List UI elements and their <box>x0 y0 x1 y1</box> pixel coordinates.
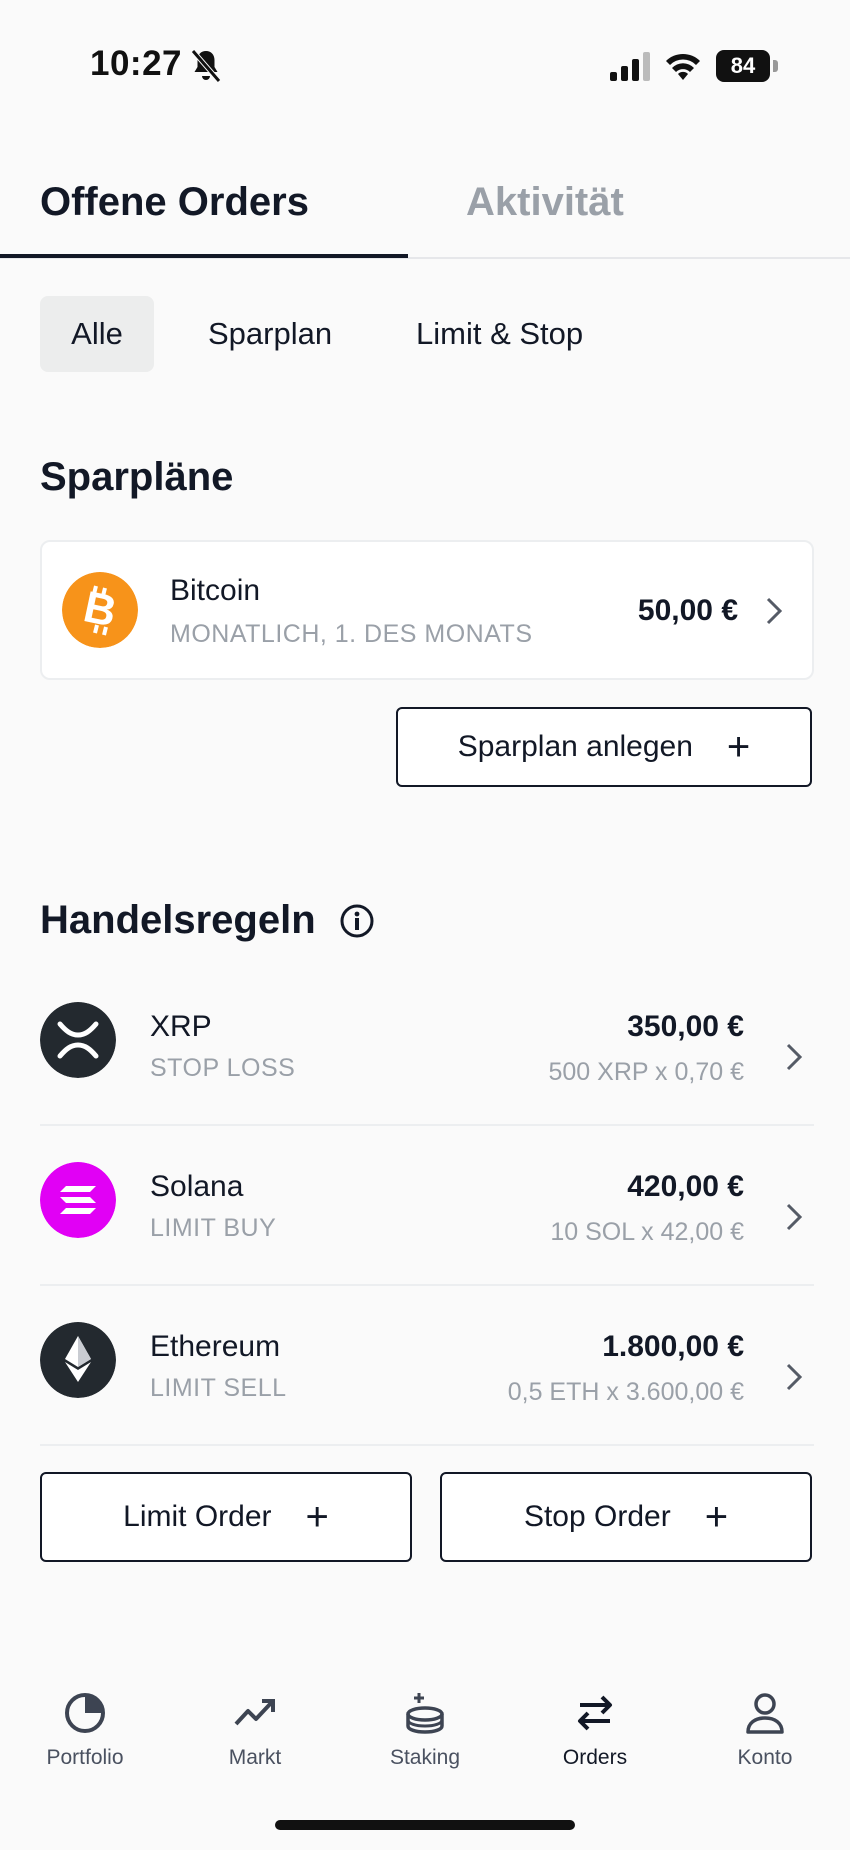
chevron-right-icon <box>766 597 783 625</box>
nav-markt[interactable]: Markt <box>170 1690 340 1770</box>
battery-indicator: 84 <box>716 50 778 82</box>
filter-chip-limit-stop[interactable]: Limit & Stop <box>388 296 611 372</box>
limit-order-label: Limit Order <box>123 1500 272 1533</box>
sparplan-card-bitcoin[interactable]: B Bitcoin MONATLICH, 1. DES MONATS 50,00… <box>40 540 814 680</box>
nav-label: Staking <box>389 1746 461 1769</box>
handelsregel-order-type: LIMIT SELL <box>150 1374 287 1402</box>
plus-icon: + <box>704 1495 729 1539</box>
row-divider <box>40 1124 814 1126</box>
ethereum-icon <box>40 1322 116 1398</box>
sparplan-anlegen-button[interactable]: Sparplan anlegen + <box>396 707 812 787</box>
nav-portfolio[interactable]: Portfolio <box>0 1690 170 1770</box>
sparplan-anlegen-label: Sparplan anlegen <box>457 730 693 763</box>
handelsregel-row-solana[interactable]: Solana LIMIT BUY 420,00 € 10 SOL x 42,00… <box>40 1150 814 1282</box>
status-time: 10:27 <box>90 44 183 83</box>
filter-chip-sparplan[interactable]: Sparplan <box>180 296 360 372</box>
nav-label: Orders <box>562 1746 628 1769</box>
cellular-signal-icon <box>610 52 650 81</box>
battery-tip <box>773 60 778 72</box>
nav-label: Markt <box>228 1746 282 1769</box>
trend-up-icon <box>234 1699 275 1726</box>
bitcoin-icon: B <box>62 572 138 648</box>
info-icon[interactable] <box>340 904 374 938</box>
handelsregel-asset-name: Ethereum <box>150 1330 281 1363</box>
chevron-right-icon <box>786 1363 803 1391</box>
handelsregel-amount: 350,00 € <box>627 1010 744 1043</box>
row-divider <box>40 1284 814 1286</box>
tab-aktivitaet[interactable]: Aktivität <box>466 180 624 225</box>
nav-orders[interactable]: Orders <box>510 1690 680 1770</box>
portfolio-pie-icon <box>65 1693 105 1733</box>
nav-label: Portfolio <box>46 1746 124 1769</box>
handelsregel-amount: 420,00 € <box>627 1170 744 1203</box>
plus-icon: + <box>305 1495 329 1539</box>
nav-konto[interactable]: Konto <box>680 1690 850 1770</box>
user-icon <box>746 1693 784 1734</box>
handelsregel-asset-name: Solana <box>150 1170 244 1203</box>
swap-arrows-icon <box>578 1695 612 1731</box>
chevron-right-icon <box>786 1043 803 1071</box>
limit-order-button[interactable]: Limit Order + <box>40 1472 412 1562</box>
handelsregeln-heading: Handelsregeln <box>40 898 316 942</box>
handelsregel-detail: 500 XRP x 0,70 € <box>548 1058 744 1086</box>
sparplaene-heading: Sparpläne <box>40 455 234 499</box>
xrp-icon <box>40 1002 116 1078</box>
filter-chip-alle[interactable]: Alle <box>40 296 154 372</box>
handelsregel-amount: 1.800,00 € <box>602 1330 744 1363</box>
stop-order-button[interactable]: Stop Order + <box>440 1472 812 1562</box>
tab-offene-orders[interactable]: Offene Orders <box>40 180 309 225</box>
row-divider <box>40 1444 814 1446</box>
sparplan-schedule: MONATLICH, 1. DES MONATS <box>170 620 533 648</box>
handelsregel-row-xrp[interactable]: XRP STOP LOSS 350,00 € 500 XRP x 0,70 € <box>40 990 814 1122</box>
bell-muted-icon <box>191 49 221 83</box>
handelsregel-row-ethereum[interactable]: Ethereum LIMIT SELL 1.800,00 € 0,5 ETH x… <box>40 1310 814 1442</box>
chevron-right-icon <box>786 1203 803 1231</box>
handelsregel-detail: 10 SOL x 42,00 € <box>550 1218 744 1246</box>
handelsregel-order-type: STOP LOSS <box>150 1054 296 1082</box>
wifi-icon <box>666 53 700 80</box>
sparplan-asset-name: Bitcoin <box>170 574 261 607</box>
handelsregel-detail: 0,5 ETH x 3.600,00 € <box>507 1378 744 1406</box>
plus-icon: + <box>726 725 751 769</box>
nav-staking[interactable]: Staking <box>340 1690 510 1770</box>
handelsregel-asset-name: XRP <box>150 1010 212 1043</box>
solana-icon <box>40 1162 116 1238</box>
active-tab-underline <box>0 254 408 258</box>
home-indicator <box>275 1820 575 1830</box>
stop-order-label: Stop Order <box>523 1500 671 1533</box>
staking-coins-icon <box>406 1693 444 1734</box>
sparplan-amount: 50,00 € <box>637 594 738 627</box>
handelsregel-order-type: LIMIT BUY <box>150 1214 277 1242</box>
battery-level: 84 <box>716 50 770 82</box>
nav-label: Konto <box>737 1746 793 1769</box>
